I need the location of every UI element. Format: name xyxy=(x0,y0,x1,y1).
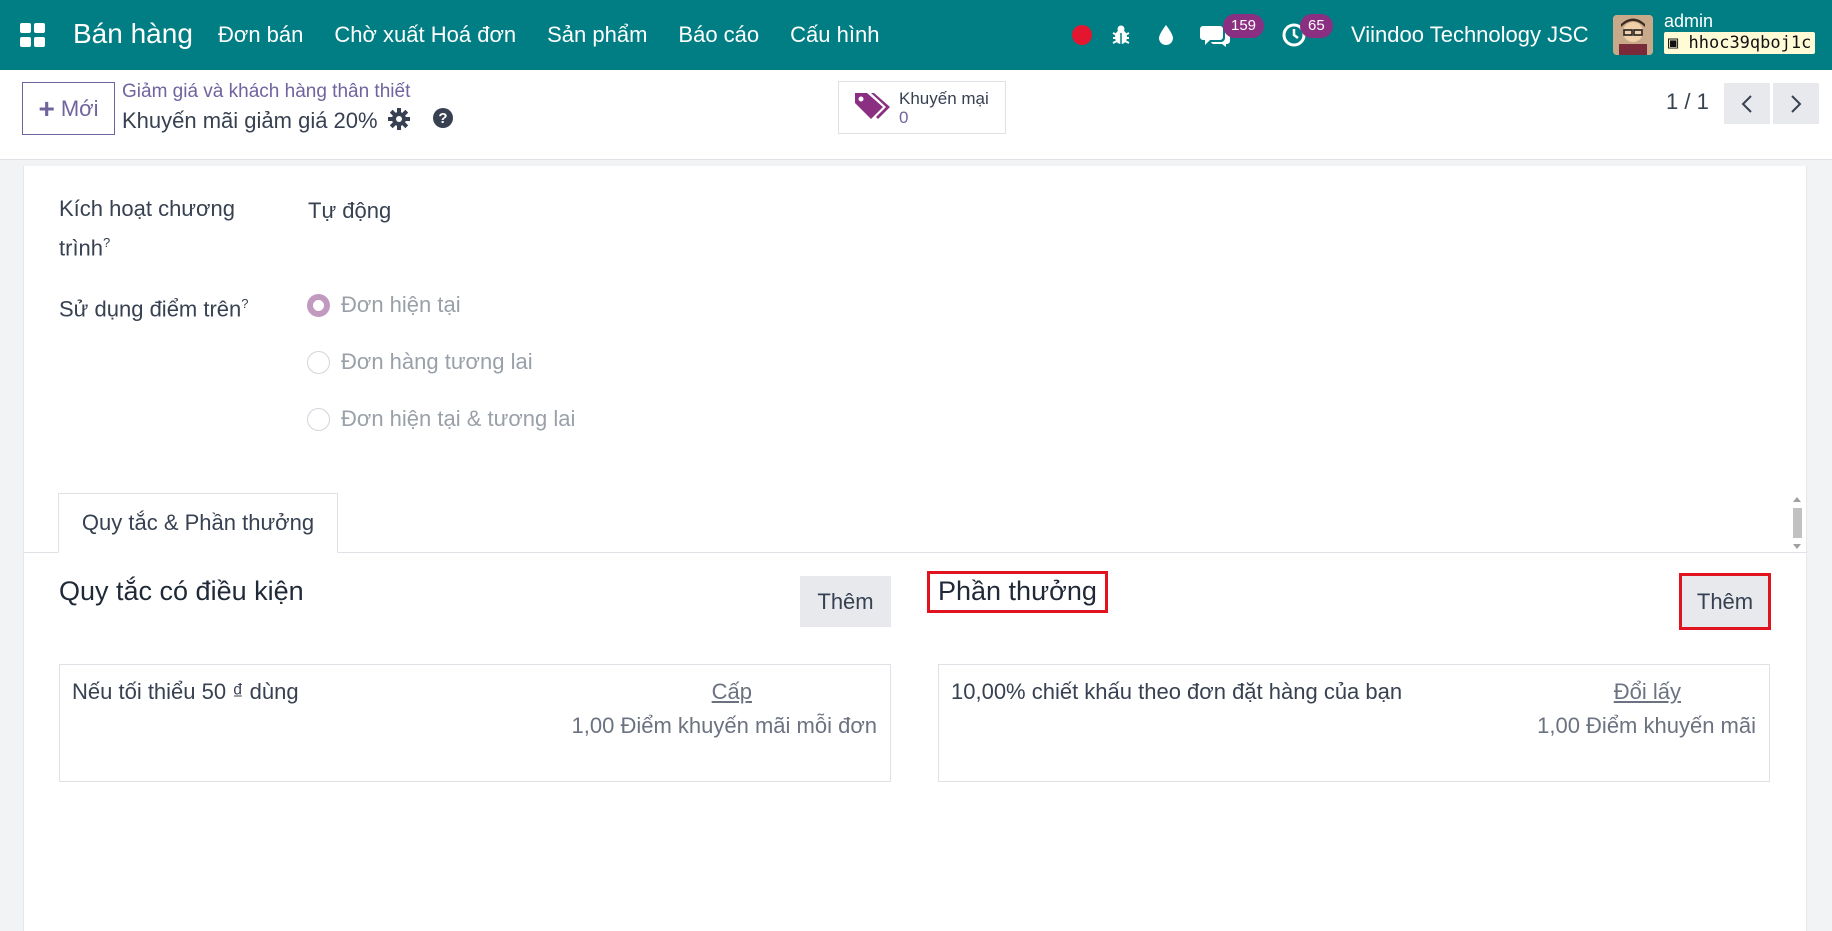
debug-bug-icon[interactable] xyxy=(1110,0,1132,70)
trigger-help-mark[interactable]: ? xyxy=(103,235,110,250)
gear-icon[interactable] xyxy=(388,108,410,135)
radio-current-order[interactable]: Đơn hiện tại xyxy=(307,292,461,318)
reward-card-link[interactable]: Đổi lấy xyxy=(1614,679,1681,705)
menu-item-configuration[interactable]: Cấu hình xyxy=(790,22,879,48)
points-field-label: Sử dụng điểm trên? xyxy=(59,287,249,326)
apps-menu-icon[interactable] xyxy=(20,23,46,47)
promotions-count: 0 xyxy=(899,107,909,127)
control-panel: + Mới Giảm giá và khách hàng thân thiết … xyxy=(0,70,1832,160)
add-reward-button[interactable]: Thêm xyxy=(1679,573,1771,630)
points-help-mark[interactable]: ? xyxy=(241,296,248,311)
help-icon[interactable]: ? xyxy=(432,107,454,134)
promotions-text: Khuyến mại 0 xyxy=(899,89,989,127)
radio-future-order[interactable]: Đơn hàng tương lai xyxy=(307,349,533,375)
trigger-label-line1: Kích hoạt chương xyxy=(59,196,235,221)
tab-rules-rewards[interactable]: Quy tắc & Phần thưởng xyxy=(58,493,338,553)
record-icon[interactable] xyxy=(1072,0,1092,70)
database-icon: ▣ xyxy=(1668,33,1679,53)
main-menu: Đơn bán Chờ xuất Hoá đơn Sản phẩm Báo cá… xyxy=(218,22,910,48)
trigger-field-label: Kích hoạt chương trình? xyxy=(59,192,235,265)
activity-count-badge: 65 xyxy=(1300,14,1333,38)
pager-value[interactable]: 1 / 1 xyxy=(1666,89,1709,115)
radio-future-order-label: Đơn hàng tương lai xyxy=(341,349,533,374)
rules-section-title: Quy tắc có điều kiện xyxy=(59,576,304,606)
messages-icon[interactable] xyxy=(1200,0,1230,70)
rewards-section-title: Phần thưởng xyxy=(927,571,1108,613)
scrollbar[interactable] xyxy=(1790,494,1804,552)
plus-icon: + xyxy=(38,92,55,124)
promotions-label: Khuyến mại xyxy=(899,88,989,108)
menu-item-reporting[interactable]: Báo cáo xyxy=(678,22,759,48)
rule-card-text: Nếu tối thiểu 50 ₫ dùng xyxy=(72,679,299,704)
record-title: Khuyến mãi giảm giá 20% xyxy=(122,108,378,133)
scrollbar-thumb[interactable] xyxy=(1793,508,1802,538)
radio-checked-icon xyxy=(307,293,330,317)
user-avatar[interactable] xyxy=(1613,15,1653,55)
svg-text:?: ? xyxy=(438,110,447,127)
tags-icon xyxy=(853,89,891,126)
app-name[interactable]: Bán hàng xyxy=(73,18,193,50)
theme-drop-icon[interactable] xyxy=(1156,0,1176,70)
radio-unchecked-icon xyxy=(307,407,330,431)
company-switcher[interactable]: Viindoo Technology JSC xyxy=(1351,22,1589,48)
pager-next-button[interactable] xyxy=(1773,83,1819,124)
reward-card-sub: 1,00 Điểm khuyến mãi xyxy=(1537,713,1756,738)
new-button-label: Mới xyxy=(60,95,99,121)
rule-card-sub: 1,00 Điểm khuyến mãi mỗi đơn xyxy=(571,713,877,738)
rule-card[interactable]: Nếu tối thiểu 50 ₫ dùng Cấp 1,00 Điểm kh… xyxy=(59,664,891,782)
points-label-text: Sử dụng điểm trên xyxy=(59,296,242,322)
database-label: hhoc39qboj1c xyxy=(1688,33,1812,53)
breadcrumb[interactable]: Giảm giá và khách hàng thân thiết xyxy=(122,81,410,103)
trigger-label-line2: trình xyxy=(59,235,104,261)
add-rule-button[interactable]: Thêm xyxy=(800,576,891,627)
radio-unchecked-icon xyxy=(307,350,330,374)
database-name: ▣ hhoc39qboj1c xyxy=(1664,32,1816,54)
pager-previous-button[interactable] xyxy=(1724,83,1770,124)
chevron-right-icon xyxy=(1791,94,1802,113)
menu-item-products[interactable]: Sản phẩm xyxy=(547,22,647,48)
promotions-smart-button[interactable]: Khuyến mại 0 xyxy=(838,81,1006,134)
radio-current-and-future-label: Đơn hiện tại & tương lai xyxy=(341,406,576,431)
radio-current-and-future[interactable]: Đơn hiện tại & tương lai xyxy=(307,406,575,432)
new-button[interactable]: + Mới xyxy=(22,82,115,135)
messages-count-badge: 159 xyxy=(1223,14,1265,38)
rule-card-link[interactable]: Cấp xyxy=(712,679,752,705)
menu-item-to-invoice[interactable]: Chờ xuất Hoá đơn xyxy=(334,22,516,48)
top-navbar: Bán hàng Đơn bán Chờ xuất Hoá đơn Sản ph… xyxy=(0,0,1832,70)
menu-item-orders[interactable]: Đơn bán xyxy=(218,22,303,48)
trigger-field-value[interactable]: Tự động xyxy=(308,198,391,224)
reward-card-text: 10,00% chiết khấu theo đơn đặt hàng của … xyxy=(951,679,1403,704)
user-name[interactable]: admin xyxy=(1664,11,1713,32)
reward-card[interactable]: 10,00% chiết khấu theo đơn đặt hàng của … xyxy=(938,664,1770,782)
radio-current-order-label: Đơn hiện tại xyxy=(341,292,461,317)
chevron-left-icon xyxy=(1741,94,1752,113)
